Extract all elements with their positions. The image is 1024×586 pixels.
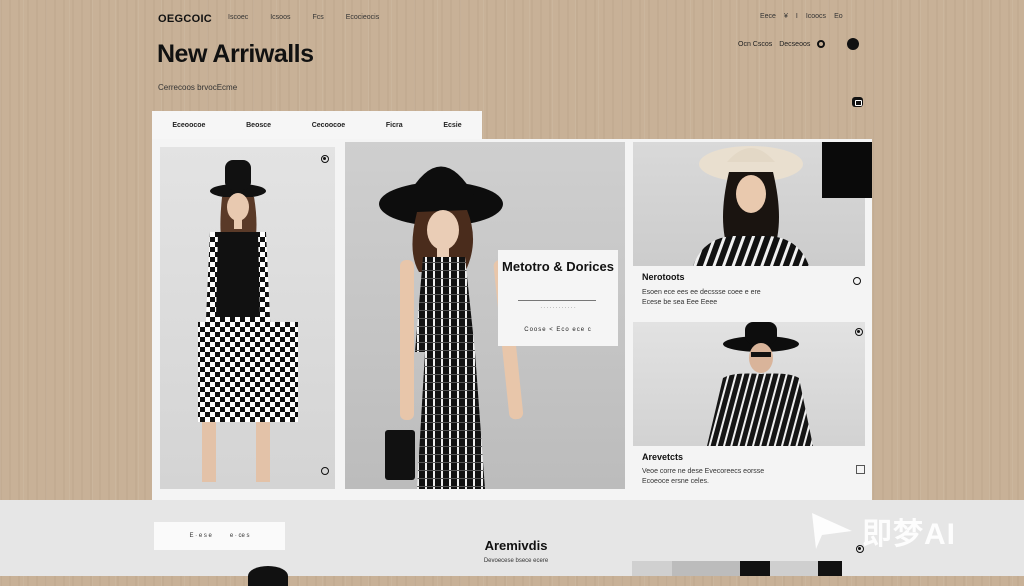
filter-tab-2[interactable]: Beosce	[246, 122, 271, 129]
watermark-logo-icon	[812, 513, 852, 549]
filter-tab-3[interactable]: Cecoocoe	[312, 122, 345, 129]
currency-link[interactable]: ¥	[784, 13, 788, 20]
product-title-1[interactable]: Nerotoots	[642, 272, 862, 282]
product-desc-2-line-1: Veoe corre ne dese Evecoreecs eorsse	[642, 468, 765, 475]
search-icon[interactable]	[817, 40, 826, 48]
filter-tab-4[interactable]: Ficra	[386, 122, 403, 129]
favorite-icon-4[interactable]	[855, 328, 863, 336]
zoom-icon[interactable]	[321, 467, 329, 475]
add-icon[interactable]	[853, 277, 861, 285]
lower-pill[interactable]: E · e s e e · ce s	[154, 522, 285, 550]
thumb-5[interactable]	[818, 561, 842, 576]
page-subtitle: Cerrecoos brvocEcme	[158, 83, 238, 92]
nav-link-3[interactable]: Fcs	[312, 14, 323, 21]
product-desc-1-line-1: Esoen ece ees ee decssse coee e ere	[642, 289, 761, 296]
nav-link-4[interactable]: Ecocieocis	[346, 14, 379, 21]
product-info-2: Arevetcts Veoe corre ne dese Evecoreecs …	[642, 452, 862, 487]
pill-item-2: e · ce s	[229, 533, 250, 539]
product-desc-2-line-2: Ecoeoce ersne celes.	[642, 478, 709, 485]
filter-tab-5[interactable]: Ecsie	[443, 122, 461, 129]
cart-icon[interactable]	[847, 38, 860, 50]
lower-thumbnails	[632, 561, 872, 576]
nav-right-link-1[interactable]: Eece	[760, 13, 776, 20]
account-link[interactable]: Ocn Cscos	[738, 41, 772, 48]
featured-small-text: · · · · · · · · · · · ·	[540, 305, 576, 311]
thumb-3[interactable]	[740, 561, 770, 576]
section-subtitle: Devoecese bsece ecere	[483, 558, 549, 564]
account-sub-link[interactable]: Decseoos	[779, 41, 810, 48]
featured-meta[interactable]: Coose < Eco ece c	[498, 327, 618, 333]
nav-right-link-5[interactable]: Eo	[834, 13, 843, 20]
top-nav: Iscoec Icsoos Fcs Ecocieocis	[228, 14, 401, 21]
nav-right-link-4[interactable]: Icoocs	[806, 13, 826, 20]
nav-right-link-3[interactable]: I	[796, 13, 798, 20]
watermark-text: 即梦AI	[862, 518, 956, 551]
nav-link-1[interactable]: Iscoec	[228, 14, 248, 21]
thumb-1[interactable]	[632, 561, 672, 576]
thumb-2[interactable]	[672, 561, 740, 576]
product-title-2[interactable]: Arevetcts	[642, 452, 862, 462]
model-figure-4	[707, 322, 813, 446]
featured-divider	[518, 300, 596, 301]
product-image-1[interactable]	[160, 147, 335, 489]
brand-logo[interactable]: OEGCOIC	[158, 13, 212, 25]
top-nav-right: Eece ¥ I Icoocs Eo	[760, 13, 843, 20]
featured-title: Metotro & Dorices	[502, 259, 614, 274]
filter-tab-1[interactable]: Eceoocoe	[172, 122, 205, 129]
model-figure-1	[198, 160, 298, 482]
account-area: Ocn Cscos Decseoos	[738, 38, 860, 50]
product-image-4[interactable]	[633, 322, 865, 446]
share-icon[interactable]	[852, 97, 863, 107]
favorite-icon[interactable]	[321, 155, 329, 163]
pill-item-1: E · e s e	[189, 533, 212, 539]
filter-tabs: Eceoocoe Beosce Cecoocoe Ficra Ecsie	[152, 111, 482, 139]
section-title: Aremivdis	[484, 538, 548, 553]
product-desc-1-line-2: Ecese be sea Eee Eeee	[642, 299, 718, 306]
nav-link-2[interactable]: Icsoos	[270, 14, 290, 21]
thumb-4[interactable]	[770, 561, 818, 576]
checkbox-icon[interactable]	[856, 465, 865, 474]
color-swatch-block	[822, 142, 872, 198]
watermark: 即梦AI	[808, 506, 1008, 556]
model-hat-preview	[248, 566, 288, 586]
page-title: New Arriwalls	[157, 40, 314, 68]
product-info-1: Nerotoots Esoen ece ees ee decssse coee …	[642, 272, 862, 308]
